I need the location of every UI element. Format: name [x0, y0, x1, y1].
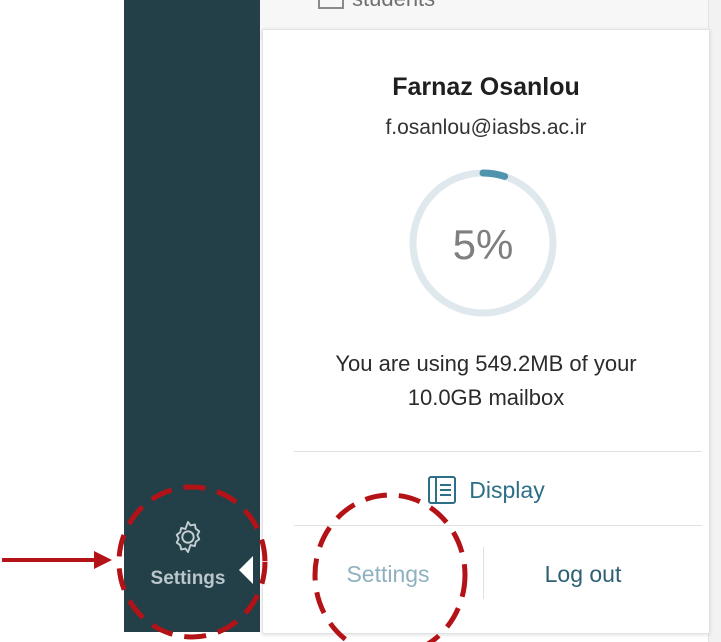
annotation-arrow-head: [94, 551, 112, 569]
usage-line-1: You are using 549.2MB of your: [335, 351, 637, 376]
divider-top: [294, 451, 702, 452]
divider-bottom: [294, 525, 702, 526]
user-email: f.osanlou@iasbs.ac.ir: [385, 116, 587, 139]
folder-item[interactable]: students: [318, 0, 435, 12]
folder-icon: [318, 0, 344, 9]
footer-separator: [483, 547, 484, 599]
display-layout-icon: [428, 476, 457, 504]
sidebar-settings-label: Settings: [150, 568, 226, 589]
popover-pointer: [239, 556, 253, 584]
display-label: Display: [469, 476, 545, 503]
folder-label: students: [352, 0, 435, 12]
account-popover: Farnaz Osanlou f.osanlou@iasbs.ac.ir 5% …: [262, 29, 710, 634]
usage-percent: 5%: [453, 221, 514, 268]
display-button[interactable]: Display: [263, 470, 709, 510]
settings-button[interactable]: Settings: [318, 549, 458, 599]
mailbox-usage-ring: 5%: [409, 169, 557, 317]
logout-button[interactable]: Log out: [513, 549, 653, 599]
gear-icon: [175, 521, 201, 553]
usage-description: You are using 549.2MB of your 10.0GB mai…: [263, 347, 709, 415]
user-name: Farnaz Osanlou: [392, 73, 580, 101]
sidebar-settings-button[interactable]: Settings: [138, 508, 238, 618]
usage-line-2: 10.0GB mailbox: [407, 385, 565, 410]
